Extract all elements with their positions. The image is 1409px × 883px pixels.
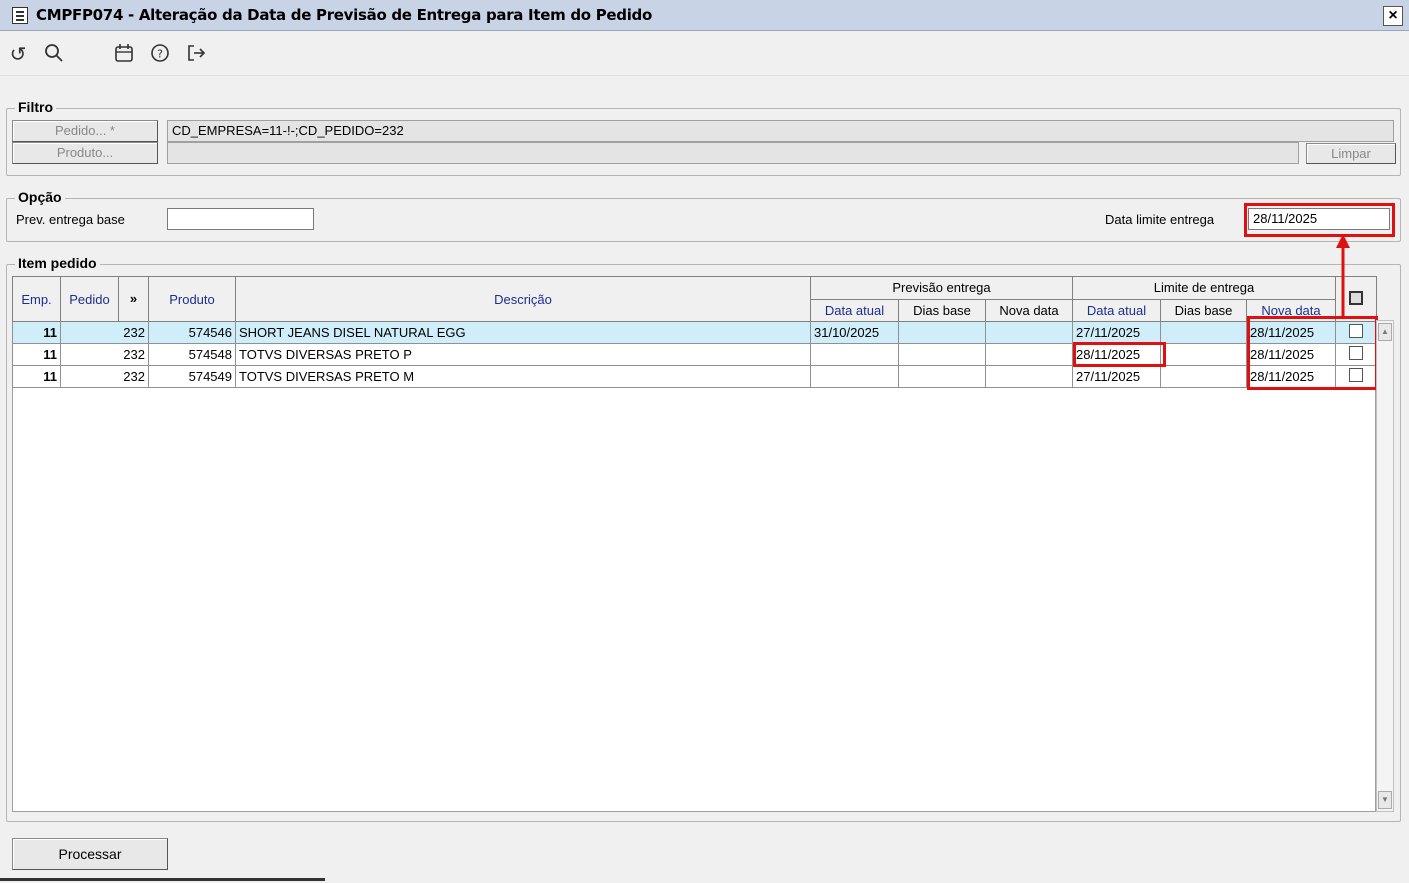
col-pedido-label: Pedido	[69, 291, 110, 307]
table-row[interactable]: 11 232 574546 SHORT JEANS DISEL NATURAL …	[12, 321, 1377, 344]
cell-lim-nova-data[interactable]: 28/11/2025	[1246, 321, 1336, 344]
cell-prev-nova-data[interactable]	[985, 365, 1073, 388]
limpar-button[interactable]: Limpar	[1306, 143, 1396, 164]
produto-filter-field[interactable]	[167, 142, 1299, 164]
cell-lim-data-atual[interactable]: 28/11/2025	[1072, 343, 1161, 366]
title-bar: CMPFP074 - Alteração da Data de Previsão…	[0, 0, 1409, 31]
cell-prev-nova-data[interactable]	[985, 343, 1073, 366]
cell-produto[interactable]: 574549	[148, 365, 236, 388]
cell-pedido[interactable]: 232	[60, 321, 149, 344]
taskbar-edge	[0, 878, 325, 881]
row-checkbox[interactable]	[1349, 324, 1363, 338]
cell-prev-dias-base[interactable]	[898, 365, 986, 388]
col-prev-dias-base[interactable]: Dias base	[898, 298, 986, 322]
expand-columns-button[interactable]: »	[118, 277, 148, 321]
col-lim-nova-data[interactable]: Nova data	[1246, 298, 1336, 322]
data-limite-entrega-input[interactable]: 28/11/2025	[1248, 208, 1390, 230]
col-prev-data-atual[interactable]: Data atual	[810, 298, 899, 322]
cell-descricao[interactable]: SHORT JEANS DISEL NATURAL EGG	[235, 321, 811, 344]
items-table: Emp. Pedido » Produto Descrição Previsão…	[12, 276, 1377, 388]
prev-entrega-base-label: Prev. entrega base	[16, 212, 125, 227]
cell-lim-data-atual[interactable]: 27/11/2025	[1072, 365, 1161, 388]
app-document-icon	[12, 7, 28, 24]
col-lim-data-atual[interactable]: Data atual	[1072, 298, 1161, 322]
cell-descricao[interactable]: TOTVS DIVERSAS PRETO M	[235, 365, 811, 388]
cell-pedido[interactable]: 232	[60, 365, 149, 388]
toolbar: ↺ ?	[0, 32, 1409, 76]
scroll-down-icon[interactable]: ▼	[1378, 791, 1392, 809]
cell-select[interactable]	[1335, 365, 1377, 388]
cell-prev-dias-base[interactable]	[898, 343, 986, 366]
cell-lim-dias-base[interactable]	[1160, 321, 1247, 344]
close-button[interactable]: ×	[1383, 6, 1403, 26]
cell-prev-data-atual[interactable]	[810, 343, 899, 366]
cell-lim-nova-data[interactable]: 28/11/2025	[1246, 343, 1336, 366]
cell-emp[interactable]: 11	[12, 321, 61, 344]
opcao-label: Opção	[15, 189, 65, 205]
scroll-up-icon[interactable]: ▲	[1378, 323, 1392, 341]
table-row[interactable]: 11 232 574549 TOTVS DIVERSAS PRETO M 27/…	[12, 365, 1377, 388]
col-group-limite: Limite de entrega	[1072, 276, 1336, 300]
col-prev-nova-data[interactable]: Nova data	[985, 298, 1073, 322]
row-checkbox[interactable]	[1349, 368, 1363, 382]
help-icon[interactable]: ?	[148, 42, 172, 66]
cell-prev-data-atual[interactable]	[810, 365, 899, 388]
highlight-arrow	[1336, 234, 1350, 318]
col-descricao[interactable]: Descrição	[235, 276, 811, 322]
col-group-previsao: Previsão entrega	[810, 276, 1073, 300]
window-title: CMPFP074 - Alteração da Data de Previsão…	[36, 6, 652, 24]
col-produto[interactable]: Produto	[148, 276, 236, 322]
table-row[interactable]: 11 232 574548 TOTVS DIVERSAS PRETO P 28/…	[12, 343, 1377, 366]
cell-descricao[interactable]: TOTVS DIVERSAS PRETO P	[235, 343, 811, 366]
cell-prev-data-atual[interactable]: 31/10/2025	[810, 321, 899, 344]
row-checkbox[interactable]	[1349, 346, 1363, 360]
col-emp[interactable]: Emp.	[12, 276, 61, 322]
cell-lim-dias-base[interactable]	[1160, 343, 1247, 366]
col-pedido[interactable]: Pedido »	[60, 276, 149, 322]
cell-lim-nova-data[interactable]: 28/11/2025	[1246, 365, 1336, 388]
item-pedido-label: Item pedido	[15, 255, 100, 271]
cell-emp[interactable]: 11	[12, 365, 61, 388]
produto-button[interactable]: Produto...	[12, 142, 158, 164]
cell-produto[interactable]: 574548	[148, 343, 236, 366]
cell-select[interactable]	[1335, 343, 1377, 366]
exit-icon[interactable]	[184, 42, 208, 66]
cell-pedido[interactable]: 232	[60, 343, 149, 366]
cell-lim-data-atual[interactable]: 27/11/2025	[1072, 321, 1161, 344]
data-limite-entrega-label: Data limite entrega	[1105, 212, 1215, 227]
grid-vertical-scrollbar[interactable]: ▲ ▼	[1376, 320, 1394, 812]
calendar-icon[interactable]	[112, 42, 136, 66]
cell-prev-dias-base[interactable]	[898, 321, 986, 344]
cell-prev-nova-data[interactable]	[985, 321, 1073, 344]
cell-produto[interactable]: 574546	[148, 321, 236, 344]
help-icon-glyph: ?	[157, 48, 163, 61]
filtro-label: Filtro	[15, 99, 56, 115]
pedido-button[interactable]: Pedido... *	[12, 120, 158, 142]
cell-select[interactable]	[1335, 321, 1377, 344]
prev-entrega-base-input[interactable]	[167, 208, 314, 230]
pedido-filter-field[interactable]: CD_EMPRESA=11-!-;CD_PEDIDO=232	[167, 120, 1394, 142]
col-lim-dias-base[interactable]: Dias base	[1160, 298, 1247, 322]
cell-emp[interactable]: 11	[12, 343, 61, 366]
refresh-icon[interactable]: ↺	[6, 42, 30, 66]
cell-lim-dias-base[interactable]	[1160, 365, 1247, 388]
search-icon[interactable]	[42, 42, 66, 66]
processar-button[interactable]: Processar	[12, 838, 168, 870]
